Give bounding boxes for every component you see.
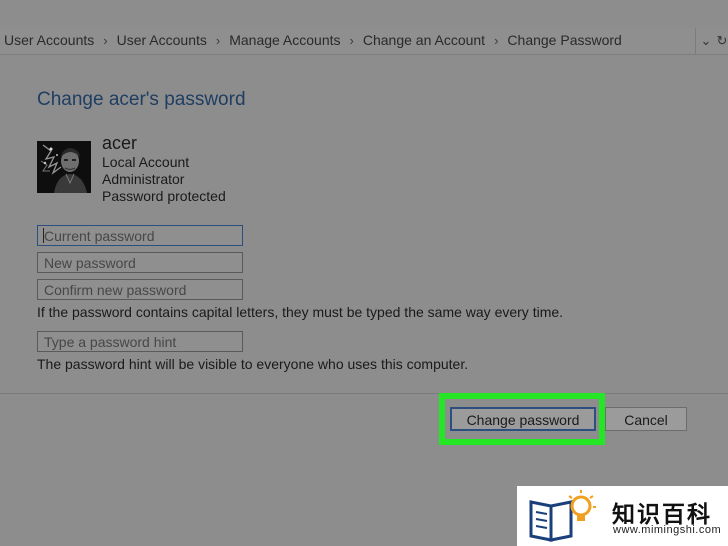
current-password-input[interactable] [37, 225, 243, 246]
breadcrumb-item-manage-accounts[interactable]: Manage Accounts [229, 32, 340, 48]
chevron-down-icon[interactable]: ⌄ [695, 28, 716, 54]
chevron-right-icon: › [349, 32, 354, 48]
divider [0, 393, 728, 394]
page-title: Change acer's password [37, 89, 246, 110]
chevron-right-icon: › [103, 32, 108, 48]
avatar [37, 141, 91, 193]
chevron-right-icon: › [494, 32, 499, 48]
user-info: acer Local Account Administrator Passwor… [102, 133, 226, 205]
password-hint-input[interactable] [37, 331, 243, 352]
capital-letters-note: If the password contains capital letters… [37, 304, 564, 320]
watermark-url: www.mimingshi.com [613, 524, 722, 536]
refresh-icon[interactable]: ↻ [716, 28, 728, 54]
breadcrumb: User Accounts › User Accounts › Manage A… [4, 32, 622, 48]
change-password-button[interactable]: Change password [450, 407, 596, 431]
book-lightbulb-logo-icon [529, 490, 596, 542]
user-name: acer [102, 133, 138, 153]
breadcrumb-item-change-an-account[interactable]: Change an Account [363, 32, 485, 48]
breadcrumb-item-change-password[interactable]: Change Password [507, 32, 621, 48]
hint-visibility-note: The password hint will be visible to eve… [37, 356, 469, 372]
cancel-button[interactable]: Cancel [605, 407, 687, 431]
text-caret [43, 228, 44, 243]
address-bar-controls: ⌄ ↻ [695, 28, 728, 54]
breadcrumb-item-user-accounts-2[interactable]: User Accounts [117, 32, 207, 48]
address-bar[interactable]: User Accounts › User Accounts › Manage A… [0, 28, 728, 55]
user-avatar-icon [37, 141, 91, 193]
password-status: Password protected [102, 188, 226, 204]
account-type: Local Account [102, 154, 190, 170]
breadcrumb-item-user-accounts[interactable]: User Accounts [4, 32, 94, 48]
new-password-input[interactable] [37, 252, 243, 273]
account-role: Administrator [102, 171, 185, 187]
confirm-password-input[interactable] [37, 279, 243, 300]
watermark: 知识百科 www.mimingshi.com [517, 486, 728, 546]
chevron-right-icon: › [215, 32, 221, 48]
